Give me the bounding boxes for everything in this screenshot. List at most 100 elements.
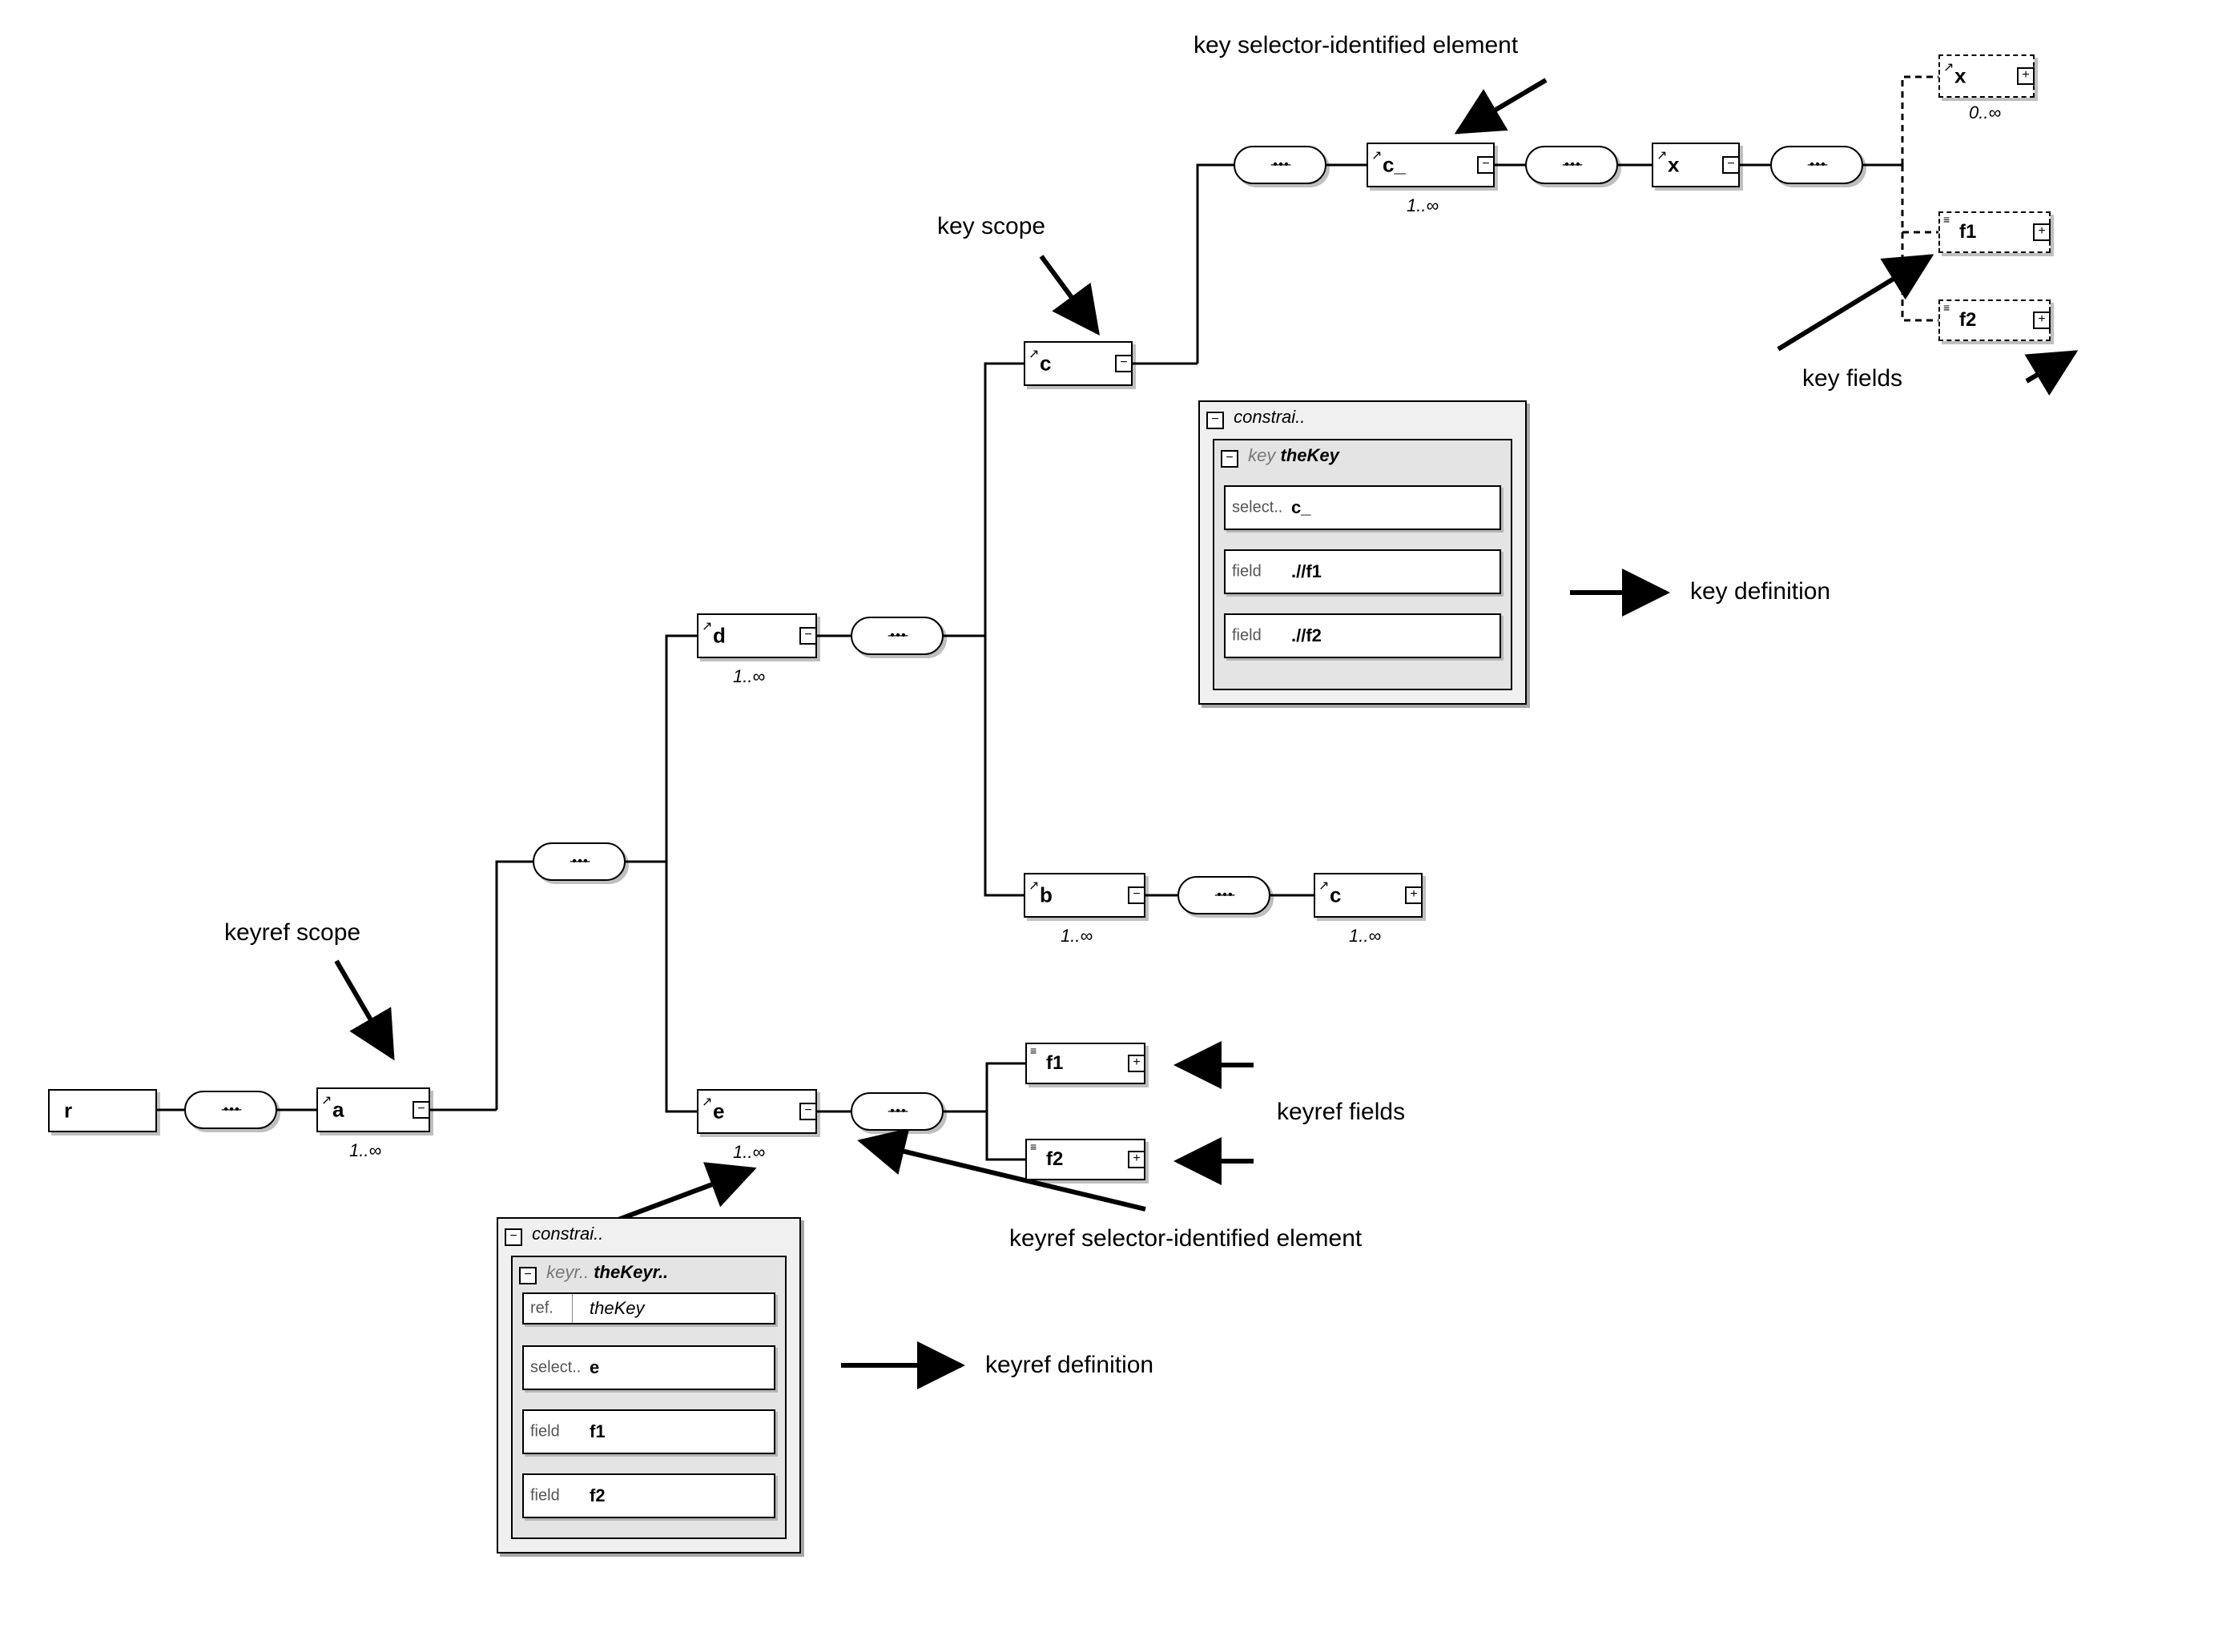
- expand-icon[interactable]: −: [799, 1103, 817, 1120]
- type-label: keyr..: [546, 1262, 589, 1282]
- row-value: .//f1: [1291, 561, 1322, 582]
- key-field-f1[interactable]: ≡ f1 +: [1938, 211, 2051, 253]
- keyref-inner: − keyr.. theKeyr.. ref. theKey select.. …: [511, 1256, 787, 1539]
- collapse-icon[interactable]: −: [1206, 412, 1224, 429]
- element-a[interactable]: ↗ a −: [316, 1087, 430, 1132]
- row-key: select..: [1232, 499, 1282, 517]
- collapse-icon[interactable]: −: [505, 1228, 522, 1246]
- sequence-compositor[interactable]: -•-•-•-: [1177, 876, 1270, 914]
- panel-title: constrai..: [532, 1224, 603, 1244]
- occurs-c-ref: 1..∞: [1349, 926, 1381, 947]
- ref-icon: ↗: [702, 618, 712, 634]
- row-key: select..: [530, 1359, 581, 1377]
- key-selector-row[interactable]: select.. c_: [1224, 485, 1501, 530]
- label-key-selector: key selector-identified element: [1194, 32, 1518, 59]
- label-keyref-selector: keyref selector-identified element: [1009, 1225, 1362, 1252]
- sequence-icon: -•-•-•-: [1807, 158, 1826, 172]
- occurs-a: 1..∞: [349, 1140, 381, 1161]
- element-label: e: [713, 1099, 724, 1124]
- element-c-selector[interactable]: ↗ c_ −: [1367, 143, 1495, 187]
- ref-icon: ↗: [1318, 878, 1329, 894]
- key-field-f2[interactable]: ≡ f2 +: [1938, 299, 2051, 341]
- sequence-compositor[interactable]: -•-•-•-: [1234, 146, 1326, 184]
- sequence-icon: -•-•-•-: [1270, 158, 1290, 172]
- expand-icon[interactable]: −: [413, 1101, 430, 1119]
- element-label: b: [1040, 883, 1053, 908]
- key-field2-row[interactable]: field .//f2: [1224, 613, 1501, 658]
- sequence-compositor[interactable]: -•-•-•-: [184, 1091, 277, 1129]
- keyref-field-f1[interactable]: ≡ f1 +: [1025, 1043, 1145, 1084]
- keyref-field1-row[interactable]: field f1: [522, 1409, 775, 1454]
- expand-icon[interactable]: +: [2033, 223, 2051, 241]
- label-keyref-definition: keyref definition: [985, 1352, 1153, 1379]
- keyref-refer-row[interactable]: ref. theKey: [522, 1292, 775, 1324]
- row-key: ref.: [530, 1300, 554, 1318]
- sequence-compositor[interactable]: -•-•-•-: [1770, 146, 1863, 184]
- row-value: theKey: [590, 1298, 645, 1319]
- ref-icon: ↗: [1371, 147, 1382, 163]
- field-label: f1: [1959, 221, 1976, 243]
- expand-icon[interactable]: −: [1128, 886, 1145, 904]
- ref-icon: ↗: [321, 1092, 332, 1108]
- row-value: f2: [590, 1485, 606, 1506]
- key-field1-row[interactable]: field .//f1: [1224, 549, 1501, 594]
- expand-icon[interactable]: +: [1128, 1151, 1145, 1168]
- element-r[interactable]: r: [48, 1089, 157, 1132]
- element-label: x: [1954, 64, 1966, 89]
- element-label: x: [1668, 153, 1679, 178]
- sequence-icon: -•-•-•-: [1562, 158, 1581, 172]
- label-key-scope: key scope: [937, 213, 1045, 240]
- diagram-connectors: [0, 0, 2214, 1652]
- occurs-c-selector: 1..∞: [1407, 195, 1439, 216]
- expand-icon[interactable]: +: [1405, 886, 1423, 904]
- row-key: field: [1232, 563, 1262, 581]
- attribute-icon: ≡: [1030, 1144, 1037, 1150]
- occurs-e: 1..∞: [733, 1142, 765, 1163]
- row-key: field: [530, 1487, 560, 1505]
- expand-icon[interactable]: +: [2033, 312, 2051, 329]
- expand-icon[interactable]: +: [1128, 1055, 1145, 1072]
- row-value: c_: [1291, 497, 1310, 518]
- element-x[interactable]: ↗ x −: [1652, 143, 1740, 187]
- collapse-icon[interactable]: −: [519, 1267, 537, 1284]
- row-value: f1: [590, 1421, 606, 1442]
- row-key: field: [1232, 627, 1262, 645]
- element-c-scope[interactable]: ↗ c −: [1024, 341, 1133, 386]
- sequence-compositor[interactable]: -•-•-•-: [533, 842, 626, 881]
- ref-icon: ↗: [1029, 878, 1039, 894]
- element-b[interactable]: ↗ b −: [1024, 873, 1145, 918]
- attribute-icon: ≡: [1030, 1047, 1037, 1054]
- label-keyref-fields: keyref fields: [1277, 1099, 1405, 1126]
- expand-icon[interactable]: −: [799, 627, 817, 645]
- sequence-icon: -•-•-•-: [888, 629, 907, 643]
- keyref-field2-row[interactable]: field f2: [522, 1473, 775, 1518]
- sequence-compositor[interactable]: -•-•-•-: [1525, 146, 1618, 184]
- keyref-name: theKeyr..: [594, 1262, 668, 1282]
- attribute-icon: ≡: [1943, 216, 1950, 223]
- ref-icon: ↗: [702, 1094, 712, 1110]
- expand-icon[interactable]: +: [2017, 67, 2035, 85]
- ref-icon: ↗: [1029, 346, 1039, 362]
- label-key-fields: key fields: [1802, 365, 1902, 392]
- element-d[interactable]: ↗ d −: [697, 613, 817, 658]
- panel-header: − constrai..: [505, 1224, 603, 1246]
- element-label: d: [713, 624, 726, 649]
- key-name: theKey: [1281, 445, 1339, 465]
- sequence-compositor[interactable]: -•-•-•-: [851, 1092, 944, 1131]
- collapse-icon[interactable]: −: [1221, 450, 1238, 468]
- occurs-d: 1..∞: [733, 666, 765, 687]
- expand-icon[interactable]: −: [1477, 156, 1495, 174]
- key-inner: − key theKey select.. c_ field .//f1 fie…: [1213, 439, 1512, 690]
- field-label: f1: [1046, 1052, 1063, 1075]
- element-x-optional[interactable]: ↗ x +: [1938, 54, 2035, 98]
- keyref-field-f2[interactable]: ≡ f2 +: [1025, 1139, 1145, 1180]
- element-e[interactable]: ↗ e −: [697, 1089, 817, 1134]
- sequence-compositor[interactable]: -•-•-•-: [851, 617, 944, 655]
- attribute-icon: ≡: [1943, 304, 1950, 311]
- element-c-ref[interactable]: ↗ c +: [1314, 873, 1423, 918]
- sequence-icon: -•-•-•-: [221, 1103, 240, 1117]
- keyref-selector-row[interactable]: select.. e: [522, 1345, 775, 1390]
- expand-icon[interactable]: −: [1722, 156, 1740, 174]
- expand-icon[interactable]: −: [1115, 355, 1133, 372]
- element-label: c_: [1383, 153, 1406, 178]
